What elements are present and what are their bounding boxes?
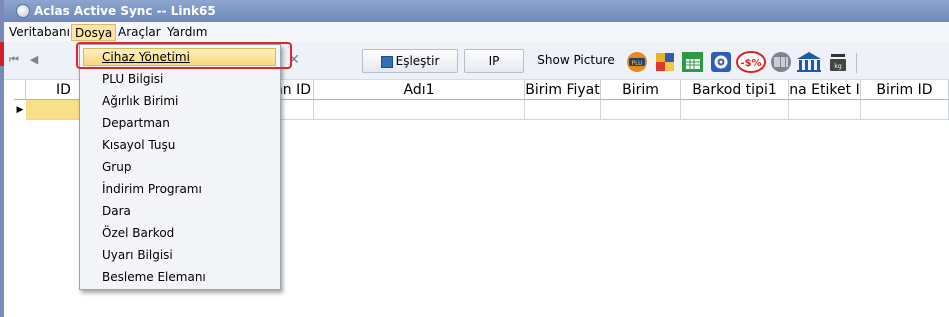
menu-item-besleme-elemani[interactable]: Besleme Elemanı: [102, 268, 206, 286]
svg-text:-$%: -$%: [740, 58, 761, 69]
spreadsheet-icon[interactable]: [680, 51, 706, 73]
prev-record-button[interactable]: ◀: [26, 49, 42, 73]
menu-item-kisayol-tusu[interactable]: Kısayol Tuşu: [102, 136, 175, 154]
app-icon: [16, 4, 30, 18]
menu-araclar[interactable]: Araçlar: [115, 24, 164, 41]
match-label: Eşleştir: [395, 54, 440, 68]
app-window: Aclas Active Sync -- Link65 Veritabanı D…: [0, 0, 949, 317]
table-cell[interactable]: [681, 100, 789, 120]
menu-item-departman[interactable]: Departman: [102, 114, 170, 132]
menu-item-grup[interactable]: Grup: [102, 158, 131, 176]
settings-icon[interactable]: [710, 51, 732, 73]
annotation-highlight-box: [76, 42, 292, 69]
menu-item-dara[interactable]: Dara: [102, 202, 131, 220]
table-cell[interactable]: [314, 100, 525, 120]
table-cell[interactable]: [601, 100, 681, 120]
column-header-birim-fiyat[interactable]: Birim Fiyat: [525, 80, 601, 100]
plu-icon[interactable]: PLU: [626, 51, 648, 73]
table-cell[interactable]: [525, 100, 601, 120]
menu-item-ozel-barkod[interactable]: Özel Barkod: [102, 224, 174, 242]
row-selector-icon: ▶: [16, 105, 24, 115]
row-header-corner: [14, 80, 26, 100]
toolbar-separator: [856, 53, 857, 73]
column-header-barkod-tipi1[interactable]: Barkod tipi1: [681, 80, 789, 100]
barcode-icon[interactable]: [770, 51, 792, 73]
ip-button[interactable]: IP: [464, 49, 524, 73]
show-picture-button[interactable]: Show Picture: [530, 49, 622, 73]
menu-item-indirim-programi[interactable]: İndirim Programı: [102, 180, 202, 198]
title-bar: Aclas Active Sync -- Link65: [4, 0, 949, 22]
menu-veritabani[interactable]: Veritabanı: [6, 24, 73, 41]
table-cell[interactable]: [789, 100, 861, 120]
table-cell[interactable]: [861, 100, 949, 120]
menu-item-plu-bilgisi[interactable]: PLU Bilgisi: [102, 70, 163, 88]
menu-item-agirlik-birimi[interactable]: Ağırlık Birimi: [102, 92, 178, 110]
svg-text:kg: kg: [834, 63, 841, 70]
svg-text:PLU: PLU: [631, 60, 642, 67]
window-title: Aclas Active Sync -- Link65: [34, 4, 216, 18]
column-header-etiket[interactable]: na Etiket I: [789, 80, 861, 100]
match-button[interactable]: Eşleştir: [362, 49, 458, 73]
menu-dosya[interactable]: Dosya: [71, 24, 117, 41]
dosya-dropdown-menu: Cihaz Yönetimi PLU Bilgisi Ağırlık Birim…: [79, 44, 281, 290]
color-icon[interactable]: [654, 51, 676, 73]
menu-bar: Veritabanı Dosya Araçlar Yardım: [4, 22, 949, 42]
scale-icon[interactable]: kg: [828, 51, 848, 73]
menu-item-uyari-bilgisi[interactable]: Uyarı Bilgisi: [102, 246, 173, 264]
discount-icon[interactable]: -$%: [736, 51, 766, 73]
menu-yardim[interactable]: Yardım: [164, 24, 210, 41]
match-icon: [380, 55, 393, 68]
column-header-birim[interactable]: Birim: [601, 80, 681, 100]
first-record-button[interactable]: ⏮: [6, 49, 22, 73]
column-header-birim-id[interactable]: Birim ID: [861, 80, 949, 100]
column-header-adi1[interactable]: Adı1: [314, 80, 525, 100]
bank-icon[interactable]: [796, 51, 822, 73]
